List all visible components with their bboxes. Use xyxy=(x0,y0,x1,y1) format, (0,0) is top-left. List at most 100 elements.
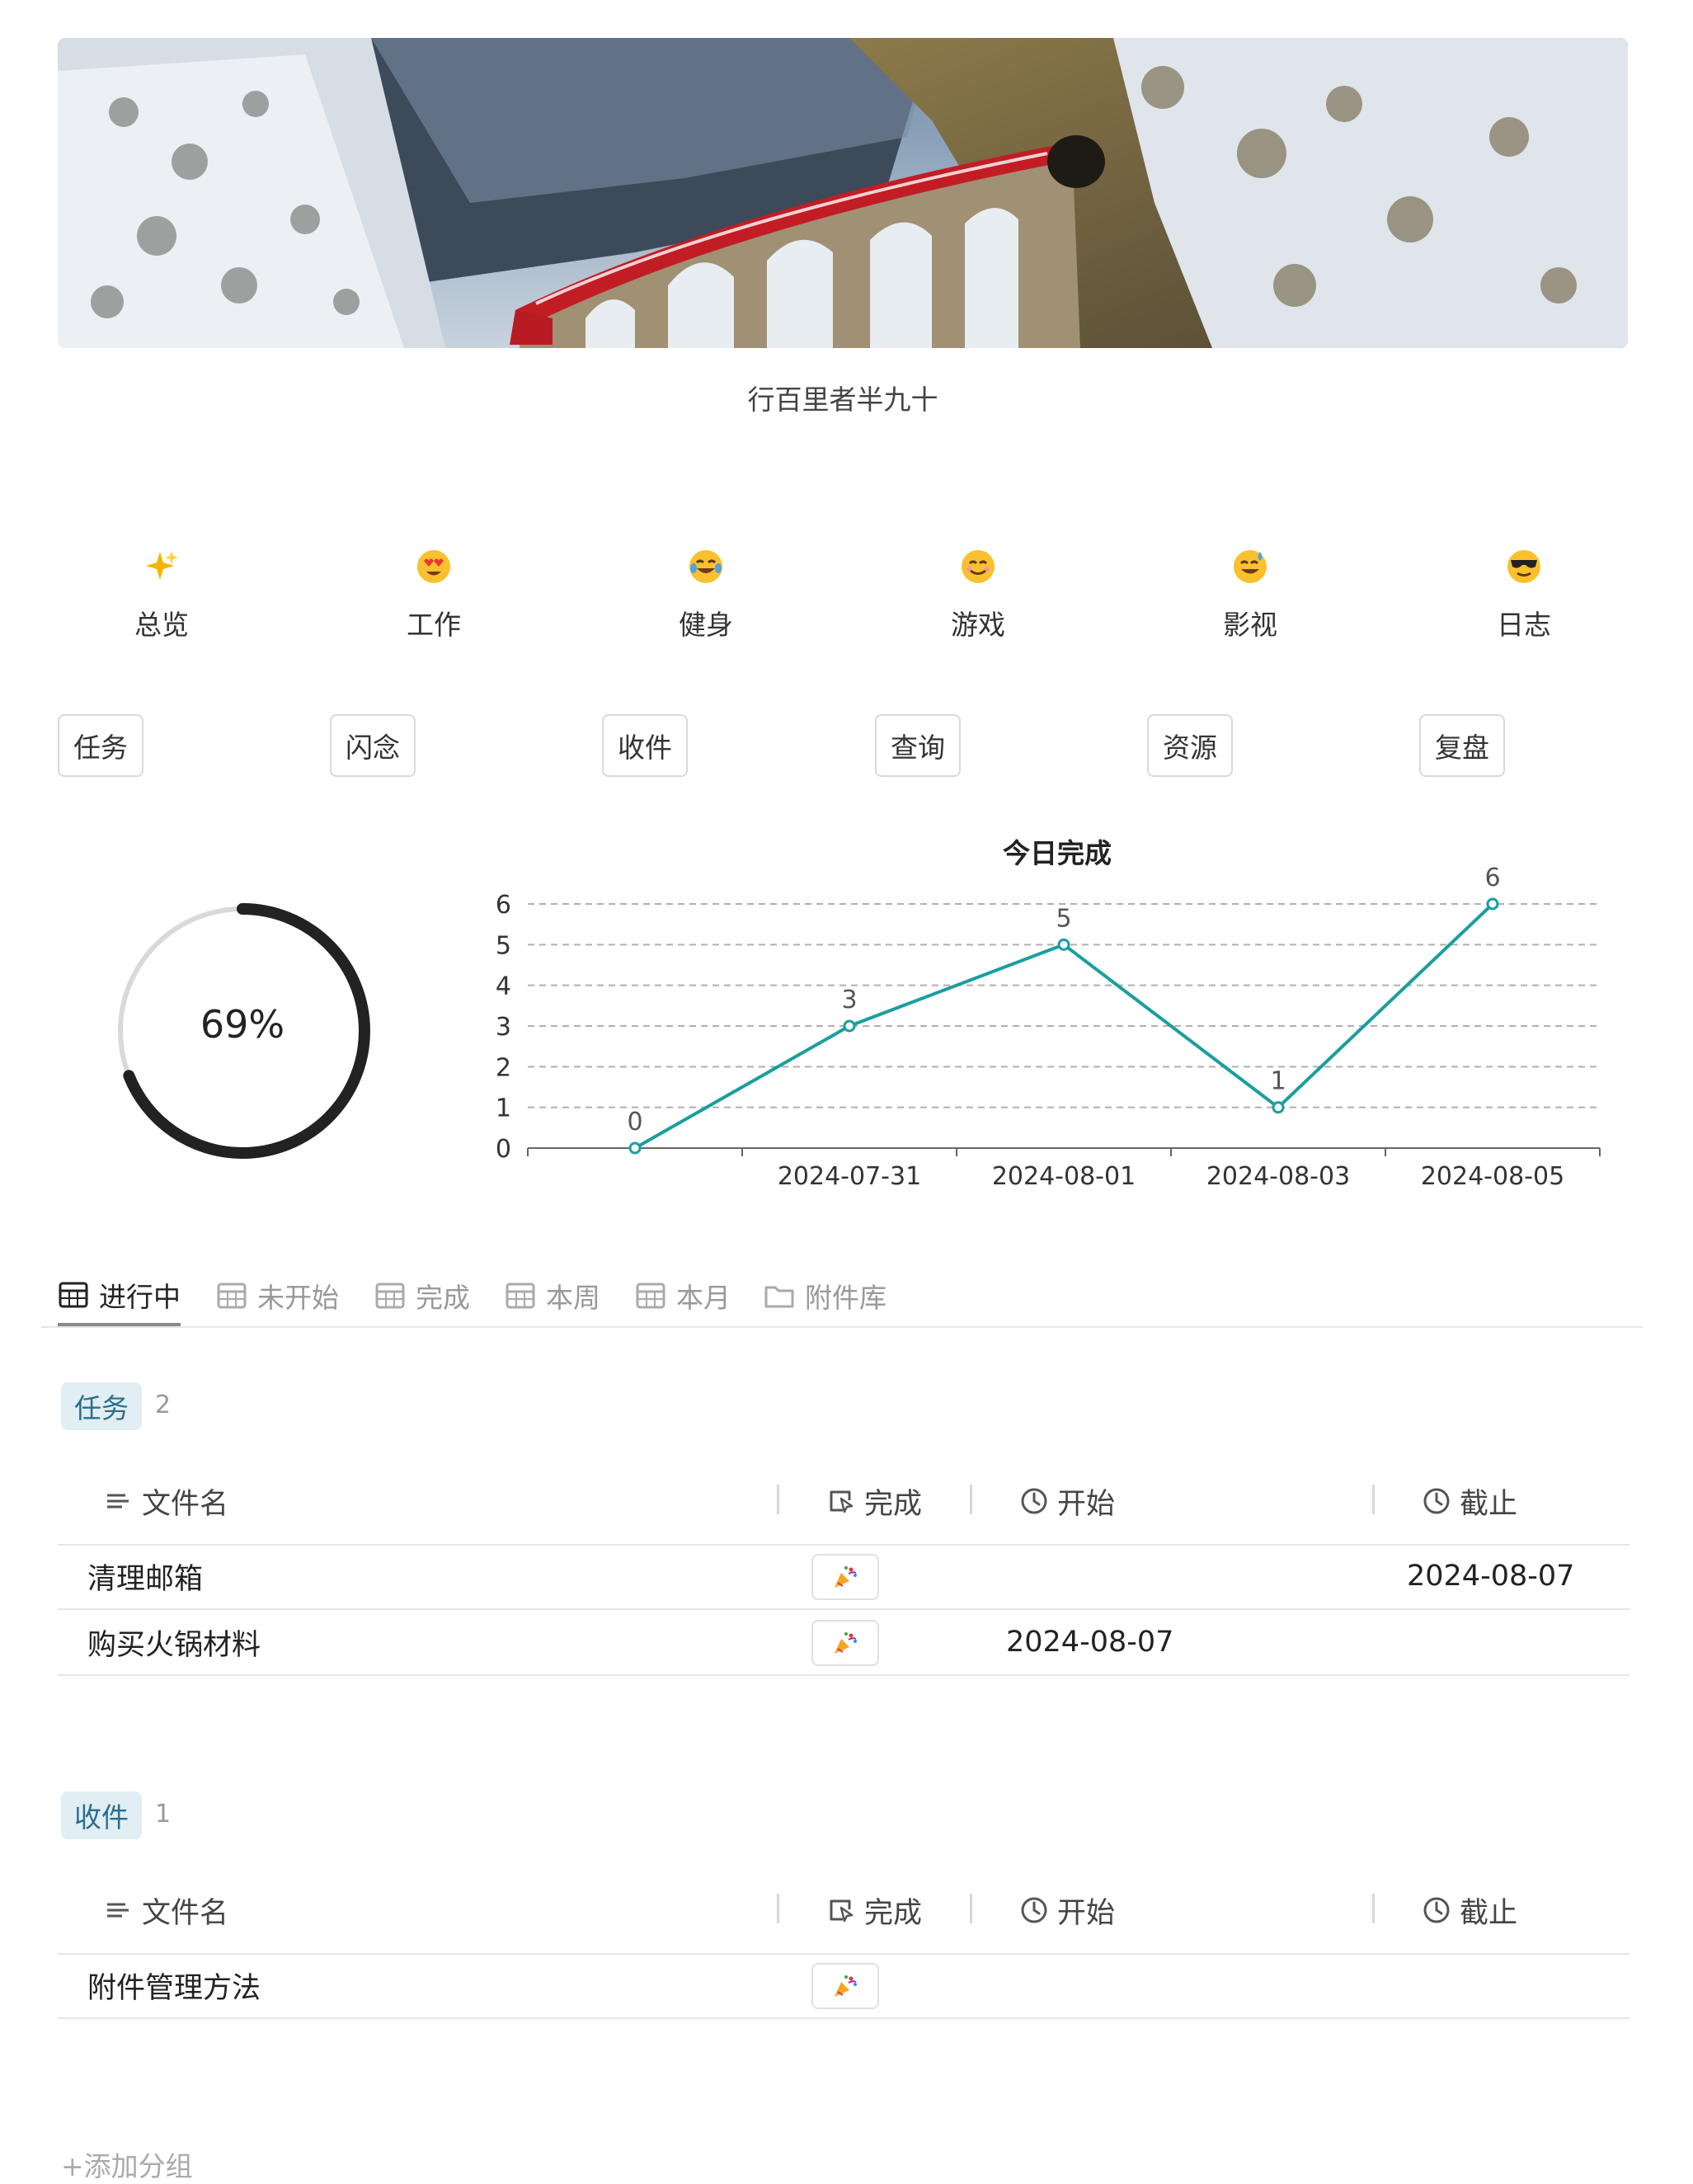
query-button[interactable]: 查询 xyxy=(875,714,961,777)
add-group-button[interactable]: +添加分组 xyxy=(61,2144,193,2184)
inbox-button[interactable]: 收件 xyxy=(602,714,688,777)
category-nav: 总览 工作 健身 游戏 影视 日志 xyxy=(0,548,1693,664)
file-name-cell[interactable]: 购买火锅材料 xyxy=(87,1610,261,1674)
category-fitness[interactable]: 健身 xyxy=(623,548,788,642)
table-icon xyxy=(59,1282,88,1308)
tab-attachments[interactable]: 附件库 xyxy=(764,1267,886,1325)
category-games[interactable]: 游戏 xyxy=(896,548,1060,642)
chart-title: 今日完成 xyxy=(1003,837,1112,869)
resource-button[interactable]: 资源 xyxy=(1147,714,1233,777)
y-tick-label: 3 xyxy=(496,1013,511,1042)
group-tag-task[interactable]: 任务 xyxy=(61,1382,142,1430)
start-date-cell[interactable]: 2024-08-07 xyxy=(1006,1610,1173,1674)
y-tick-label: 4 xyxy=(496,972,511,1001)
group-count: 2 xyxy=(155,1391,172,1419)
table-header: 文件名 完成 开始 截止 xyxy=(58,1458,1630,1546)
column-divider[interactable] xyxy=(970,1485,972,1514)
task-button[interactable]: 任务 xyxy=(58,714,143,777)
checkbox-cursor-icon xyxy=(830,1490,854,1513)
column-divider[interactable] xyxy=(970,1894,972,1923)
data-label: 0 xyxy=(627,1108,642,1137)
review-button[interactable]: 复盘 xyxy=(1419,714,1505,777)
view-tabs: 进行中 未开始 完成 本周 本月 附件库 xyxy=(41,1267,1643,1328)
clock-icon xyxy=(1423,1897,1450,1923)
category-label: 健身 xyxy=(679,609,733,641)
column-header-start[interactable]: 开始 xyxy=(1019,1458,1115,1544)
group-count: 1 xyxy=(155,1800,172,1829)
column-header-due[interactable]: 截止 xyxy=(1422,1867,1517,1953)
clock-icon xyxy=(1021,1488,1047,1514)
tab-this-week[interactable]: 本周 xyxy=(505,1267,600,1325)
data-point xyxy=(628,1141,642,1155)
data-label: 3 xyxy=(841,986,857,1014)
column-header-name[interactable]: 文件名 xyxy=(104,1458,228,1544)
y-tick-label: 6 xyxy=(496,891,511,920)
tab-label: 附件库 xyxy=(805,1282,886,1314)
category-label: 影视 xyxy=(1223,609,1277,641)
column-label: 开始 xyxy=(1057,1896,1116,1930)
y-tick-label: 5 xyxy=(496,931,511,960)
x-tick-label: 2024-08-03 xyxy=(1206,1162,1350,1191)
x-tick-label: 2024-08-01 xyxy=(992,1162,1136,1191)
complete-button[interactable] xyxy=(811,1620,879,1666)
laughing-tears-face-icon xyxy=(689,550,722,583)
y-tick-label: 1 xyxy=(496,1094,511,1123)
folder-icon xyxy=(764,1286,794,1308)
motto-text: 行百里者半九十 xyxy=(747,384,938,416)
category-overview[interactable]: 总览 xyxy=(79,548,244,642)
idea-button[interactable]: 闪念 xyxy=(330,714,416,777)
progress-percent: 69% xyxy=(200,1002,285,1047)
column-header-due[interactable]: 截止 xyxy=(1422,1458,1517,1544)
complete-button[interactable] xyxy=(811,1554,879,1600)
column-divider[interactable] xyxy=(777,1485,779,1514)
text-lines-icon xyxy=(107,1903,129,1918)
sunglasses-face-icon xyxy=(1507,550,1540,583)
x-tick-label: 2024-07-31 xyxy=(778,1162,921,1191)
complete-button[interactable] xyxy=(811,1963,879,2009)
dashboard-page: 行百里者半九十 总览 工作 健身 游戏 影视 日志 任务 闪念 收件 查询 资源… xyxy=(0,0,1693,2182)
sweat-smile-face-icon xyxy=(1234,550,1267,583)
banner-image xyxy=(58,38,1628,348)
due-date-cell[interactable]: 2024-08-07 xyxy=(1407,1544,1574,1608)
file-name-cell[interactable]: 清理邮箱 xyxy=(87,1544,203,1608)
party-popper-icon xyxy=(835,1632,857,1654)
smiling-face-icon xyxy=(962,550,995,583)
table-row[interactable]: 清理邮箱 2024-08-07 xyxy=(58,1544,1630,1610)
column-divider[interactable] xyxy=(777,1894,779,1923)
column-divider[interactable] xyxy=(1372,1485,1375,1514)
data-point xyxy=(1272,1101,1285,1114)
category-movies[interactable]: 影视 xyxy=(1168,548,1333,642)
data-label: 1 xyxy=(1270,1067,1286,1096)
tab-this-month[interactable]: 本月 xyxy=(635,1267,731,1325)
category-journal[interactable]: 日志 xyxy=(1441,548,1606,642)
column-label: 文件名 xyxy=(142,1896,229,1930)
column-divider[interactable] xyxy=(1372,1894,1375,1923)
tab-not-started[interactable]: 未开始 xyxy=(216,1267,339,1325)
file-name-cell[interactable]: 附件管理方法 xyxy=(87,1953,261,2017)
party-popper-icon xyxy=(835,1566,857,1588)
completion-chart: 今日完成 0 1 2 3 4 5 6 2024-07-31 2024-08-01 2024-08-… xyxy=(478,821,1633,1217)
column-header-start[interactable]: 开始 xyxy=(1019,1867,1115,1953)
column-label: 截止 xyxy=(1460,1896,1518,1930)
column-header-done[interactable]: 完成 xyxy=(826,1458,922,1544)
line-chart-svg: 0 1 2 3 4 5 6 2024-07-31 2024-08-01 2024-08-03 202… xyxy=(496,864,1601,1191)
column-label: 完成 xyxy=(864,1896,923,1930)
tab-label: 进行中 xyxy=(99,1281,181,1313)
group-tag-inbox[interactable]: 收件 xyxy=(61,1791,142,1839)
tab-in-progress[interactable]: 进行中 xyxy=(58,1267,181,1326)
data-point xyxy=(1057,938,1070,951)
category-label: 工作 xyxy=(407,609,461,641)
column-header-name[interactable]: 文件名 xyxy=(104,1867,228,1953)
heart-eyes-face-icon xyxy=(417,550,450,583)
data-point xyxy=(843,1019,856,1033)
category-work[interactable]: 工作 xyxy=(351,548,516,642)
y-tick-label: 0 xyxy=(496,1135,511,1164)
data-point xyxy=(1486,897,1499,911)
column-label: 截止 xyxy=(1460,1487,1518,1521)
table-row[interactable]: 购买火锅材料 2024-08-07 xyxy=(58,1610,1630,1676)
column-label: 文件名 xyxy=(142,1487,229,1521)
table-row[interactable]: 附件管理方法 xyxy=(58,1953,1630,2019)
tab-done[interactable]: 完成 xyxy=(374,1267,470,1325)
column-header-done[interactable]: 完成 xyxy=(826,1867,922,1953)
category-label: 游戏 xyxy=(951,609,1005,641)
